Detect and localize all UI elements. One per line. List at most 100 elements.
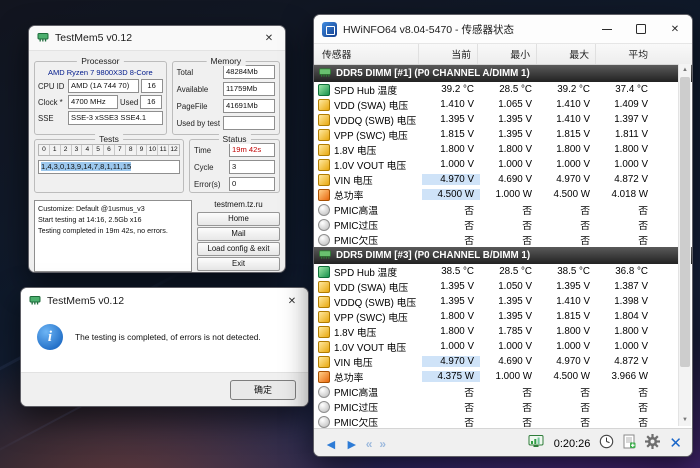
load-config-exit-button[interactable]: Load config & exit: [197, 242, 280, 256]
tm5-log[interactable]: Customize: Default @1usmus_v3 Start testi…: [34, 200, 192, 272]
sensor-value: 1.387 V: [614, 281, 648, 292]
testmem-link[interactable]: testmem.tz.ru: [197, 200, 280, 209]
test-number-cell[interactable]: 6: [104, 145, 115, 155]
status-group: Status Time 19m 42s Cycle 3 Error(s) 0: [189, 134, 280, 193]
sensor-value: 1.395 V: [498, 129, 532, 140]
sensor-label: PMIC过压: [334, 402, 379, 414]
close-icon[interactable]: ✕: [253, 26, 285, 50]
tm5-buttons: Home Mail Load config & exit Exit: [197, 212, 280, 272]
sensor-row[interactable]: 1.0V VOUT 电压 1.000 V 1.000 V 1.000 V 1.000 V: [314, 339, 692, 354]
sensor-value: 1.785 V: [498, 326, 532, 337]
memory-row-value: 48284Mb: [223, 65, 275, 79]
sensor-label: VIN 电压: [334, 357, 373, 369]
close-icon[interactable]: ✕: [658, 15, 692, 43]
sensor-row[interactable]: PMIC高温 否 否 否 否: [314, 202, 692, 217]
sensor-value: 36.8 °C: [615, 266, 648, 277]
fast-back-button[interactable]: «: [366, 438, 373, 450]
back-arrow-button[interactable]: ◄: [324, 437, 338, 451]
column-sensor[interactable]: 传感器: [314, 44, 418, 64]
exit-button[interactable]: Exit: [197, 257, 280, 271]
sensor-group-header[interactable]: DDR5 DIMM [#3] (P0 CHANNEL B/DIMM 1): [314, 247, 692, 264]
tests-group-label: Tests: [95, 134, 123, 144]
scrollbar-thumb[interactable]: [680, 77, 690, 367]
sensor-value: 否: [638, 417, 648, 429]
info-icon: i: [37, 324, 63, 350]
memory-row: Used by test: [177, 116, 275, 130]
test-number-cell[interactable]: 0: [39, 145, 50, 155]
voltage-icon: [318, 143, 330, 156]
sensor-row[interactable]: PMIC欠压 否 否 否 否: [314, 232, 692, 247]
sensor-row[interactable]: VDDQ (SWB) 电压 1.395 V 1.395 V 1.410 V 1.398 …: [314, 294, 692, 309]
test-number-cell[interactable]: 1: [50, 145, 61, 155]
scroll-down-icon[interactable]: ▼: [679, 414, 691, 426]
test-number-cell[interactable]: 10: [147, 145, 159, 155]
testmem5-titlebar[interactable]: TestMem5 v0.12 ✕: [29, 26, 285, 51]
sensor-row[interactable]: 总功率 4.500 W 1.000 W 4.500 W 4.018 W: [314, 187, 692, 202]
sensors-monitor-icon[interactable]: [528, 434, 545, 453]
test-number-cell[interactable]: 2: [61, 145, 72, 155]
mail-button[interactable]: Mail: [197, 227, 280, 241]
sensor-row[interactable]: VPP (SWC) 电压 1.800 V 1.395 V 1.815 V 1.804 V: [314, 309, 692, 324]
sensor-row[interactable]: PMIC欠压 否 否 否 否: [314, 414, 692, 428]
sensor-value: 1.800 V: [556, 326, 590, 337]
test-number-cell[interactable]: 9: [137, 145, 148, 155]
test-number-cell[interactable]: 8: [126, 145, 137, 155]
maximize-icon[interactable]: [624, 15, 658, 43]
sensor-row[interactable]: VIN 电压 4.970 V 4.690 V 4.970 V 4.872 V: [314, 172, 692, 187]
close-sensors-button[interactable]: ✕: [669, 436, 682, 451]
sensor-row[interactable]: SPD Hub 温度 38.5 °C 28.5 °C 38.5 °C 36.8 °C: [314, 264, 692, 279]
sensor-row[interactable]: 1.8V 电压 1.800 V 1.800 V 1.800 V 1.800 V: [314, 142, 692, 157]
home-button[interactable]: Home: [197, 212, 280, 226]
column-header-row[interactable]: 传感器 当前 最小 最大 平均: [314, 43, 692, 65]
minimize-icon[interactable]: [590, 15, 624, 43]
test-number-cell[interactable]: 5: [93, 145, 105, 155]
sensor-row[interactable]: PMIC过压 否 否 否 否: [314, 217, 692, 232]
dialog-titlebar[interactable]: TestMem5 v0.12 ✕: [21, 288, 308, 314]
sensor-value: 1.050 V: [498, 281, 532, 292]
sensor-value: 1.398 V: [614, 296, 648, 307]
test-number-cell[interactable]: 12: [169, 145, 179, 155]
forward-arrow-button[interactable]: ►: [345, 437, 359, 451]
settings-gear-icon[interactable]: [645, 433, 661, 454]
sensor-group-header[interactable]: DDR5 DIMM [#1] (P0 CHANNEL A/DIMM 1): [314, 65, 692, 82]
voltage-icon: [318, 173, 330, 186]
sensor-row[interactable]: PMIC过压 否 否 否 否: [314, 399, 692, 414]
voltage-icon: [318, 325, 330, 338]
scroll-up-icon[interactable]: ▲: [679, 64, 691, 76]
sensor-row[interactable]: 1.0V VOUT 电压 1.000 V 1.000 V 1.000 V 1.000 V: [314, 157, 692, 172]
test-number-cell[interactable]: 11: [158, 145, 170, 155]
sensor-row[interactable]: VPP (SWC) 电压 1.815 V 1.395 V 1.815 V 1.811 V: [314, 127, 692, 142]
sensor-row[interactable]: VDD (SWA) 电压 1.410 V 1.065 V 1.410 V 1.409 V: [314, 97, 692, 112]
sensor-row[interactable]: 总功率 4.375 W 1.000 W 4.500 W 3.966 W: [314, 369, 692, 384]
test-number-cell[interactable]: 7: [115, 145, 126, 155]
test-number-cell[interactable]: 3: [72, 145, 83, 155]
sensor-row[interactable]: 1.8V 电压 1.800 V 1.785 V 1.800 V 1.800 V: [314, 324, 692, 339]
clock-icon[interactable]: [599, 434, 614, 454]
sensor-value: 1.800 V: [614, 144, 648, 155]
report-icon[interactable]: [623, 434, 636, 454]
sensor-row[interactable]: VIN 电压 4.970 V 4.690 V 4.970 V 4.872 V: [314, 354, 692, 369]
sensor-value: 否: [638, 235, 648, 247]
scrollbar[interactable]: ▲ ▼: [678, 64, 691, 426]
sensor-row[interactable]: SPD Hub 温度 39.2 °C 28.5 °C 39.2 °C 37.4 °C: [314, 82, 692, 97]
fast-forward-button[interactable]: »: [379, 438, 386, 450]
memory-row: Available 11759Mb: [177, 82, 275, 96]
sensor-value: 否: [638, 205, 648, 217]
sensor-value: 1.410 V: [556, 296, 590, 307]
sensor-value: 37.4 °C: [615, 84, 648, 95]
sensor-row[interactable]: VDD (SWA) 电压 1.395 V 1.050 V 1.395 V 1.387 V: [314, 279, 692, 294]
sensor-row[interactable]: PMIC高温 否 否 否 否: [314, 384, 692, 399]
column-average[interactable]: 平均: [595, 44, 654, 64]
ok-button[interactable]: 确定: [230, 379, 296, 400]
errors-label: Error(s): [194, 179, 221, 189]
voltage-icon: [318, 158, 330, 171]
sensor-row[interactable]: VDDQ (SWB) 电压 1.395 V 1.395 V 1.410 V 1.397 …: [314, 112, 692, 127]
hwinfo-titlebar[interactable]: HWiNFO64 v8.04-5470 - 传感器状态 ✕: [314, 15, 692, 43]
column-current[interactable]: 当前: [418, 44, 477, 64]
test-number-cell[interactable]: 4: [82, 145, 94, 155]
close-icon[interactable]: ✕: [276, 288, 308, 314]
sensor-value: 否: [522, 220, 532, 232]
column-minimum[interactable]: 最小: [477, 44, 536, 64]
test-selection-field[interactable]: 1,4,3,0,13,9,14,7,8,1,11,15: [38, 160, 180, 174]
column-maximum[interactable]: 最大: [536, 44, 595, 64]
